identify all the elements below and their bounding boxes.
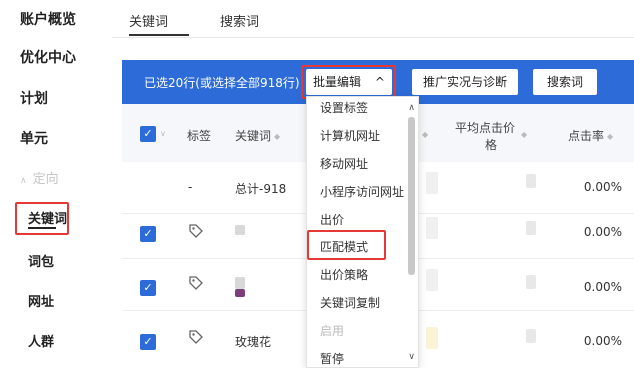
row-checkbox[interactable]: ✓	[140, 226, 156, 242]
batch-edit-dropdown: 设置标签 计算机网址 移动网址 小程序访问网址 出价 匹配模式 出价策略 关键词…	[306, 96, 419, 368]
row-checkbox[interactable]: ✓	[140, 280, 156, 296]
blurred-value	[526, 329, 536, 343]
menu-item-pc-url[interactable]: 计算机网址	[320, 127, 380, 144]
header-keyword-label: 关键词	[235, 129, 272, 143]
menu-item-set-tag[interactable]: 设置标签	[320, 99, 368, 116]
sort-icon[interactable]: ◆	[521, 130, 527, 139]
menu-item-mobile-url[interactable]: 移动网址	[320, 155, 368, 172]
nav-targeting-label: 定向	[32, 172, 59, 187]
tab-search-terms[interactable]: 搜索词	[220, 11, 259, 30]
header-ctr-label: 点击率	[568, 129, 605, 143]
nav-active-indicator	[28, 227, 56, 229]
blurred-value	[426, 269, 438, 291]
blurred-value	[426, 327, 438, 349]
row-keyword: 玫瑰花	[235, 335, 272, 349]
nav-audience[interactable]: 人群	[28, 331, 54, 350]
header-avg-cpc-line1: 平均点击价	[455, 121, 516, 135]
match-mode-highlight-box	[307, 230, 386, 260]
sidebar: 账户概览 优化中心 计划 单元 ∧ 定向 关键词 词包 网址 人群	[0, 0, 112, 368]
blurred-value	[426, 217, 438, 239]
blurred-keyword	[235, 225, 245, 235]
tab-active-indicator	[129, 34, 189, 36]
tag-icon[interactable]	[188, 329, 204, 345]
menu-item-miniapp-url[interactable]: 小程序访问网址	[320, 183, 404, 200]
tab-keyword[interactable]: 关键词	[129, 11, 168, 30]
diagnose-button[interactable]: 推广实况与诊断	[412, 69, 518, 95]
header-tag: 标签	[187, 129, 212, 143]
scroll-down-icon[interactable]: ∨	[408, 352, 415, 362]
blurred-value	[526, 221, 536, 235]
header-keyword[interactable]: 关键词 ◆	[235, 127, 280, 144]
sort-icon[interactable]: ◆	[422, 130, 428, 139]
header-avg-cpc[interactable]: 平均点击价 格	[455, 119, 515, 153]
blurred-value	[426, 172, 438, 194]
search-terms-button[interactable]: 搜索词	[533, 69, 597, 95]
blurred-keyword	[235, 277, 245, 289]
selection-info: 已选20行(或选择全部918行)	[144, 76, 300, 90]
nav-wordpack[interactable]: 词包	[28, 251, 54, 270]
scroll-up-icon[interactable]: ∧	[408, 103, 415, 113]
batch-edit-highlight-box	[301, 65, 396, 99]
nav-unit[interactable]: 单元	[20, 128, 48, 148]
sort-icon: ◆	[607, 132, 614, 141]
row-tag: -	[188, 180, 193, 194]
header-ctr[interactable]: 点击率 ◆	[568, 127, 613, 144]
nav-url[interactable]: 网址	[28, 291, 54, 310]
row-ctr: 0.00%	[583, 225, 622, 239]
menu-item-bid-strategy[interactable]: 出价策略	[320, 266, 368, 283]
nav-keyword[interactable]: 关键词	[28, 208, 67, 227]
row-ctr: 0.00%	[583, 180, 622, 194]
select-all-checkbox[interactable]: ✓	[140, 126, 156, 142]
tag-icon[interactable]	[188, 223, 204, 239]
nav-plan[interactable]: 计划	[20, 88, 48, 108]
blurred-value	[526, 174, 536, 188]
tag-icon[interactable]	[188, 275, 204, 291]
row-keyword: 总计-918	[235, 182, 287, 196]
blurred-value	[526, 275, 536, 289]
menu-item-enable: 启用	[320, 324, 345, 338]
tab-bar: 关键词 搜索词	[112, 0, 634, 38]
row-ctr: 0.00%	[583, 280, 622, 294]
nav-account-overview[interactable]: 账户概览	[20, 9, 76, 29]
nav-targeting[interactable]: ∧ 定向	[20, 168, 59, 187]
chevron-down-icon[interactable]: ∨	[160, 129, 166, 138]
blurred-keyword	[235, 289, 245, 297]
chevron-up-icon: ∧	[20, 176, 27, 186]
dropdown-scrollbar-thumb[interactable]	[408, 117, 415, 275]
nav-optimize-center[interactable]: 优化中心	[20, 47, 76, 67]
menu-item-bid[interactable]: 出价	[320, 211, 344, 228]
menu-item-pause[interactable]: 暂停	[320, 350, 344, 367]
menu-item-copy-keyword[interactable]: 关键词复制	[320, 294, 380, 311]
header-avg-cpc-line2: 格	[484, 138, 497, 152]
row-ctr: 0.00%	[583, 334, 622, 348]
sort-icon: ◆	[274, 132, 281, 141]
row-checkbox[interactable]: ✓	[140, 334, 156, 350]
